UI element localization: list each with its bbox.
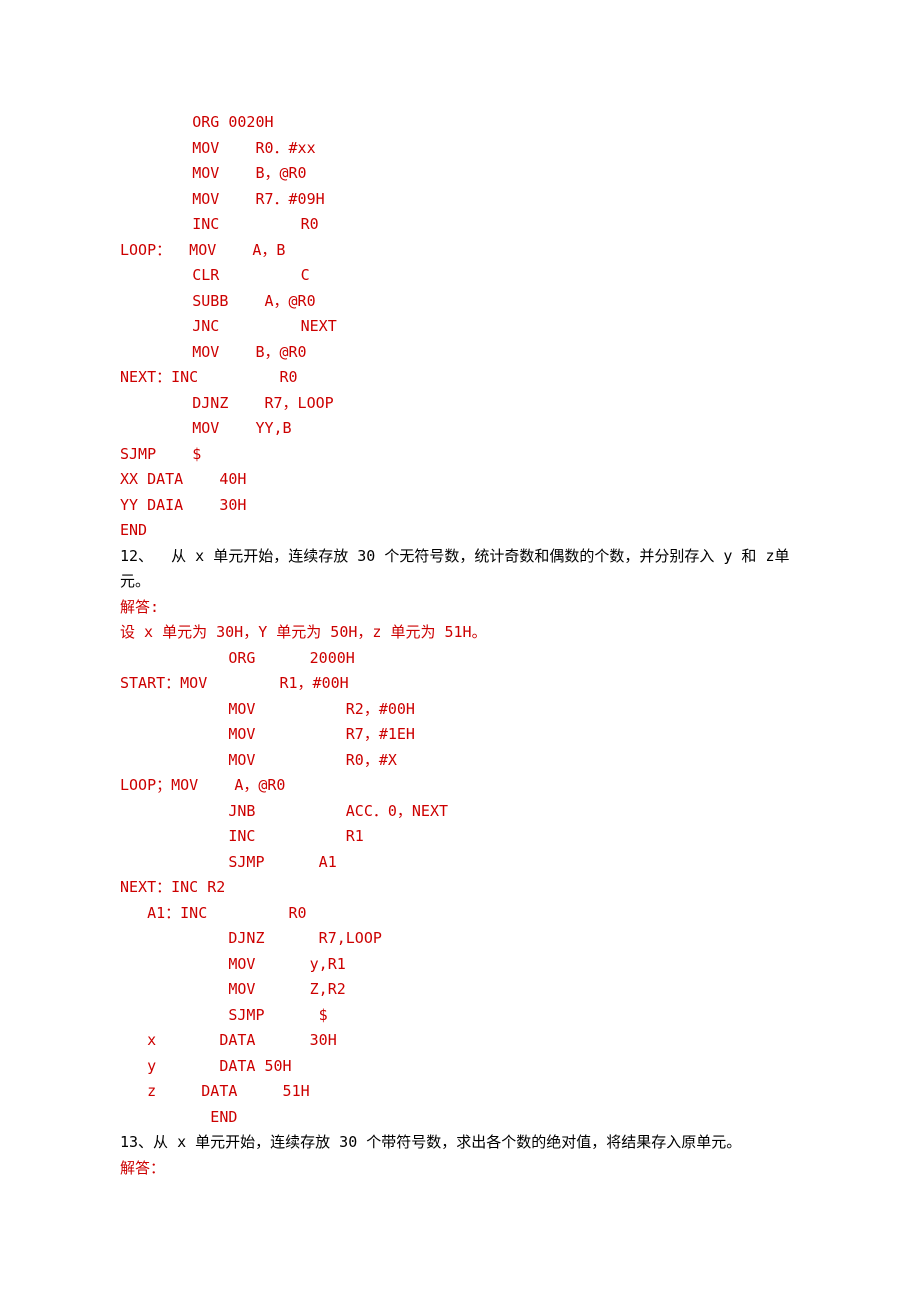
line-35: x DATA 30H <box>120 1028 800 1054</box>
line-37: z DATA 51H <box>120 1079 800 1105</box>
line-30: A1：INC R0 <box>120 901 800 927</box>
line-0: ORG 0020H <box>120 110 800 136</box>
line-38: END <box>120 1105 800 1131</box>
line-33: MOV Z,R2 <box>120 977 800 1003</box>
code-listing: ORG 0020H MOV R0．#xx MOV B，@R0 MOV R7．#0… <box>120 110 800 1181</box>
line-22: MOV R2，#00H <box>120 697 800 723</box>
line-7: SUBB A，@R0 <box>120 289 800 315</box>
line-34: SJMP $ <box>120 1003 800 1029</box>
line-32: MOV y,R1 <box>120 952 800 978</box>
line-20: ORG 2000H <box>120 646 800 672</box>
line-28: SJMP A1 <box>120 850 800 876</box>
line-23: MOV R7，#1EH <box>120 722 800 748</box>
line-36: y DATA 50H <box>120 1054 800 1080</box>
line-29: NEXT：INC R2 <box>120 875 800 901</box>
line-27: INC R1 <box>120 824 800 850</box>
line-40: 解答： <box>120 1156 800 1182</box>
line-21: START：MOV R1，#00H <box>120 671 800 697</box>
line-2: MOV B，@R0 <box>120 161 800 187</box>
line-17: 12、 从 x 单元开始，连续存放 30 个无符号数，统计奇数和偶数的个数，并分… <box>120 544 800 595</box>
line-39: 13、从 x 单元开始，连续存放 30 个带符号数，求出各个数的绝对值，将结果存… <box>120 1130 800 1156</box>
line-3: MOV R7．#09H <box>120 187 800 213</box>
line-14: XX DATA 40H <box>120 467 800 493</box>
line-25: LOOP；MOV A，@R0 <box>120 773 800 799</box>
line-16: END <box>120 518 800 544</box>
line-4: INC R0 <box>120 212 800 238</box>
line-19: 设 x 单元为 30H，Y 单元为 50H，z 单元为 51H。 <box>120 620 800 646</box>
line-31: DJNZ R7,LOOP <box>120 926 800 952</box>
line-15: YY DAIA 30H <box>120 493 800 519</box>
line-12: MOV YY,B <box>120 416 800 442</box>
line-6: CLR C <box>120 263 800 289</box>
line-24: MOV R0，#X <box>120 748 800 774</box>
document-page: ORG 0020H MOV R0．#xx MOV B，@R0 MOV R7．#0… <box>0 0 920 1302</box>
line-8: JNC NEXT <box>120 314 800 340</box>
line-11: DJNZ R7，LOOP <box>120 391 800 417</box>
line-18: 解答: <box>120 595 800 621</box>
line-5: LOOP： MOV A，B <box>120 238 800 264</box>
line-13: SJMP $ <box>120 442 800 468</box>
line-1: MOV R0．#xx <box>120 136 800 162</box>
line-10: NEXT：INC R0 <box>120 365 800 391</box>
line-9: MOV B，@R0 <box>120 340 800 366</box>
line-26: JNB ACC．0，NEXT <box>120 799 800 825</box>
